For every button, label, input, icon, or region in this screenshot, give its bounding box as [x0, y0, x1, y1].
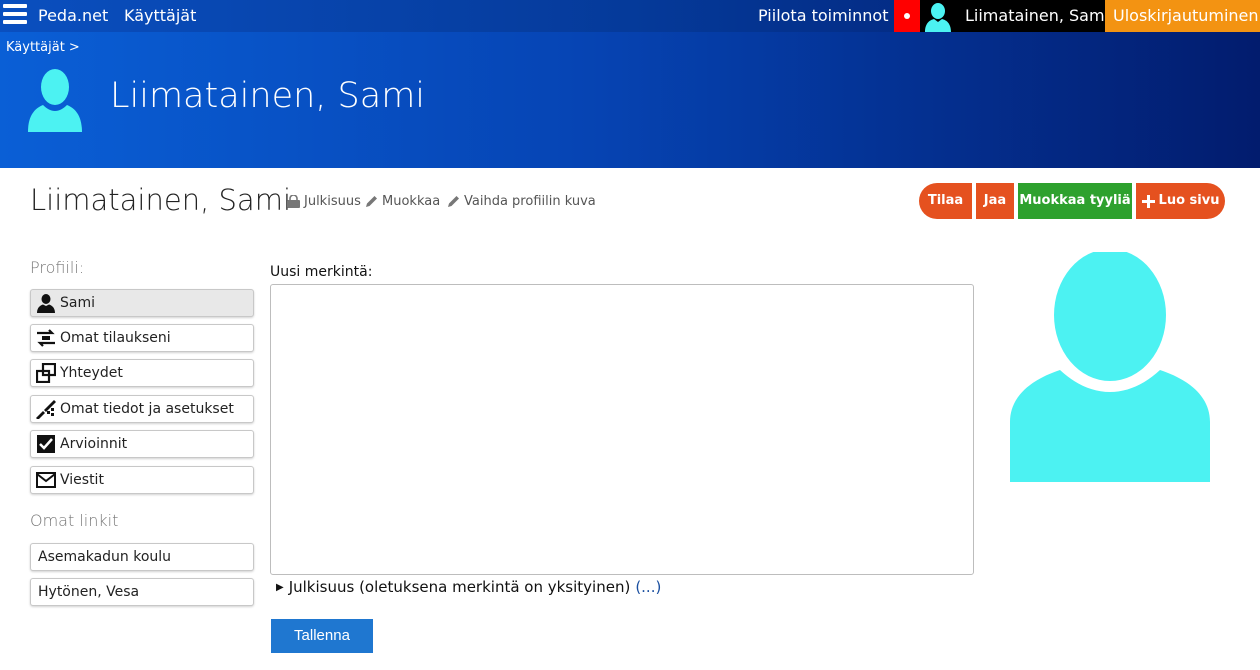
- logout-button[interactable]: Uloskirjautuminen: [1105, 0, 1260, 32]
- user-icon: [37, 294, 55, 313]
- lock-icon: [287, 195, 300, 208]
- user-name: Liimatainen, Sami: [965, 6, 1110, 25]
- sidebar-item-label: Yhteydet: [60, 365, 123, 381]
- record-indicator-button[interactable]: [894, 0, 920, 32]
- user-avatar-icon: [925, 3, 951, 32]
- banner-title: Liimatainen, Sami: [110, 76, 426, 116]
- publicity-label: Julkisuus: [304, 194, 361, 209]
- edit-label: Muokkaa: [382, 194, 441, 209]
- sidebar-item-label: Omat tilaukseni: [60, 330, 171, 346]
- edit-style-button[interactable]: Muokkaa tyyliä: [1018, 183, 1132, 219]
- plus-icon: [1141, 194, 1155, 208]
- disclosure-more-link[interactable]: (...): [635, 578, 661, 596]
- sidebar-item-connections[interactable]: Yhteydet: [30, 359, 254, 387]
- checkbox-icon: [37, 435, 55, 453]
- profile-picture: [1010, 252, 1210, 482]
- disclosure-label: Julkisuus (oletuksena merkintä on yksity…: [288, 578, 631, 596]
- page-title: Liimatainen, Sami: [30, 183, 292, 217]
- publicity-disclosure[interactable]: ▶ Julkisuus (oletuksena merkintä on yksi…: [276, 578, 661, 596]
- create-page-button[interactable]: Luo sivu: [1136, 183, 1225, 219]
- profile-banner: Käyttäjät > Liimatainen, Sami: [0, 32, 1260, 168]
- pencil-icon: [448, 196, 459, 207]
- top-navigation-bar: Peda.net Käyttäjät Piilota toiminnot Lii…: [0, 0, 1260, 32]
- settings-tools-icon: [36, 400, 56, 419]
- hide-actions-link[interactable]: Piilota toiminnot: [758, 0, 888, 32]
- breadcrumb[interactable]: Käyttäjät >: [6, 40, 80, 55]
- sidebar-item-assessments[interactable]: Arvioinnit: [30, 430, 254, 458]
- change-profile-picture-link[interactable]: Vaihda profiilin kuva: [446, 194, 596, 209]
- user-menu[interactable]: Liimatainen, Sami: [920, 0, 1109, 32]
- banner-avatar-icon: [28, 69, 82, 132]
- sidebar-item-label: Arvioinnit: [60, 436, 128, 452]
- own-link-item[interactable]: Asemakadun koulu: [30, 543, 254, 571]
- envelope-icon: [36, 472, 56, 488]
- menu-icon[interactable]: [3, 4, 27, 28]
- new-entry-textarea[interactable]: [270, 284, 974, 575]
- edit-link[interactable]: Muokkaa: [364, 194, 440, 209]
- sidebar-item-label: Sami: [60, 295, 95, 311]
- site-home-link[interactable]: Peda.net: [38, 0, 108, 32]
- profile-heading: Profiili:: [30, 258, 85, 277]
- pencil-icon: [366, 196, 377, 207]
- publicity-link[interactable]: Julkisuus: [286, 194, 361, 209]
- subscribe-button[interactable]: Tilaa: [919, 183, 972, 219]
- sidebar-item-sami[interactable]: Sami: [30, 289, 254, 317]
- disclosure-triangle-icon: ▶: [276, 581, 284, 593]
- sidebar-item-subscriptions[interactable]: Omat tilaukseni: [30, 324, 254, 352]
- subscriptions-icon: [37, 329, 55, 347]
- sidebar-item-settings[interactable]: Omat tiedot ja asetukset: [30, 395, 254, 423]
- change-profile-picture-label: Vaihda profiilin kuva: [464, 194, 596, 209]
- connections-icon: [36, 363, 56, 383]
- new-entry-label: Uusi merkintä:: [270, 264, 373, 280]
- share-button[interactable]: Jaa: [976, 183, 1014, 219]
- own-link-item[interactable]: Hytönen, Vesa: [30, 578, 254, 606]
- save-button[interactable]: Tallenna: [271, 619, 373, 653]
- own-links-heading: Omat linkit: [30, 511, 119, 530]
- users-link[interactable]: Käyttäjät: [124, 0, 196, 32]
- create-page-label: Luo sivu: [1158, 193, 1220, 208]
- sidebar-item-label: Viestit: [60, 472, 104, 488]
- sidebar-item-label: Omat tiedot ja asetukset: [60, 401, 234, 417]
- sidebar-item-messages[interactable]: Viestit: [30, 466, 254, 494]
